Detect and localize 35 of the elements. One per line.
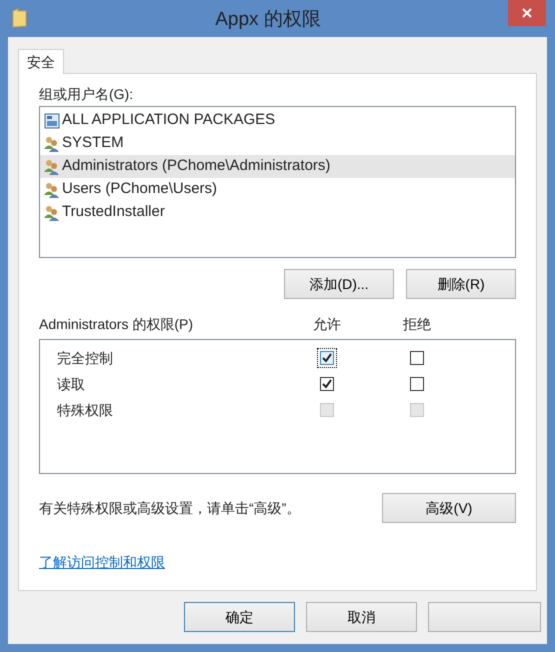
checkbox[interactable] <box>317 348 337 368</box>
advanced-button[interactable]: 高级(V) <box>382 493 516 523</box>
dialog-button[interactable]: 确定 <box>184 602 295 632</box>
dialog-button[interactable]: 添加(D)... <box>284 269 394 299</box>
dialog-button[interactable]: 取消 <box>306 602 417 632</box>
permissions-label: Administrators 的权限(P) <box>39 315 194 334</box>
tab[interactable]: 安全 <box>18 49 64 74</box>
users-icon <box>44 182 60 198</box>
check-icon <box>322 379 332 389</box>
checkbox[interactable] <box>407 374 427 394</box>
list-item[interactable]: Users (PChome\Users) <box>40 178 515 201</box>
check-icon <box>322 353 332 363</box>
list-item[interactable]: ALL APPLICATION PACKAGES <box>40 109 515 132</box>
users-icon <box>44 136 60 152</box>
list-item[interactable]: SYSTEM <box>40 132 515 155</box>
help-link[interactable]: 了解访问控制和权限 <box>39 552 165 573</box>
column-header: 允许 <box>312 315 342 334</box>
permission-name: 读取 <box>56 374 86 394</box>
users-icon <box>44 158 60 174</box>
package-icon <box>44 112 60 128</box>
permission-name: 完全控制 <box>56 348 114 368</box>
advanced-note: 有关特殊权限或高级设置，请单击“高级”。 <box>39 498 300 518</box>
dialog-button[interactable]: 删除(R) <box>406 269 516 299</box>
close-button[interactable] <box>508 0 546 26</box>
folder-icon <box>12 8 28 28</box>
column-header: 拒绝 <box>402 315 432 334</box>
group-label: 组或用户名(G): <box>39 85 134 104</box>
list-item[interactable]: Administrators (PChome\Administrators) <box>40 155 515 178</box>
permission-name: 特殊权限 <box>56 400 114 420</box>
users-icon <box>44 204 60 220</box>
checkbox[interactable] <box>317 374 337 394</box>
close-icon <box>522 8 532 18</box>
window-title: Appx 的权限 <box>214 8 322 32</box>
checkbox[interactable] <box>407 348 427 368</box>
list-item[interactable]: TrustedInstaller <box>40 201 515 224</box>
